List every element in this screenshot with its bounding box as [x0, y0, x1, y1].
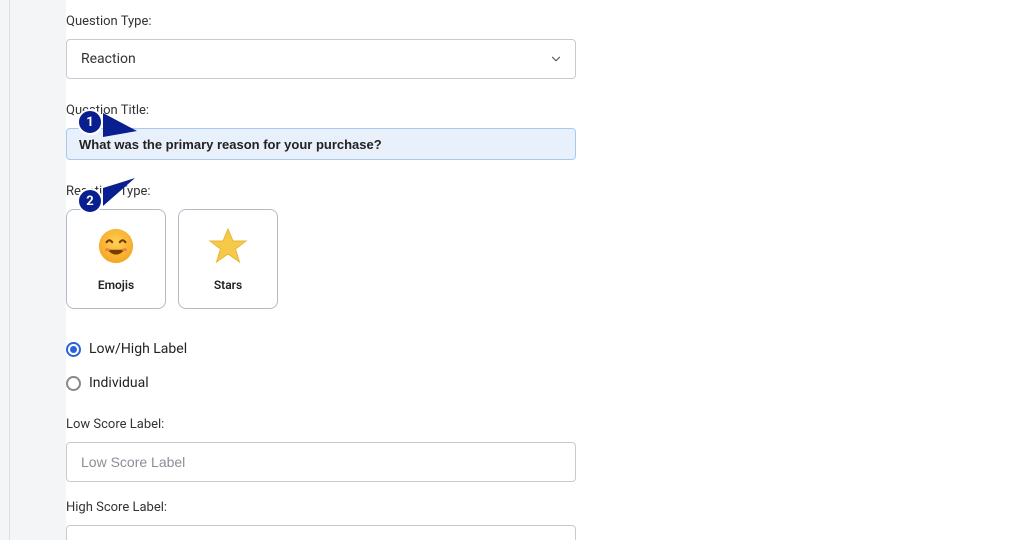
question-type-label: Question Type: [66, 14, 576, 29]
low-score-input[interactable] [66, 442, 576, 482]
radio-individual[interactable]: Individual [66, 375, 576, 391]
vertical-rule-outer [9, 0, 10, 540]
question-type-selected: Reaction [81, 51, 136, 67]
reaction-type-label: Reaction Type: [66, 184, 576, 199]
radio-icon-checked [66, 342, 81, 357]
annotation-arrow-2 [103, 178, 135, 206]
question-type-select[interactable]: Reaction [66, 39, 576, 79]
low-score-label: Low Score Label: [66, 417, 576, 432]
radio-icon-unchecked [66, 376, 81, 391]
annotation-arrow-1 [103, 113, 137, 143]
chevron-down-icon [549, 52, 563, 66]
radio-low-high-label[interactable]: Low/High Label [66, 341, 576, 357]
question-title-input[interactable] [66, 128, 576, 160]
reaction-option-label: Emojis [98, 278, 134, 292]
reaction-option-stars[interactable]: Stars [178, 209, 278, 309]
annotation-badge-2: 2 [77, 188, 103, 214]
high-score-label: High Score Label: [66, 500, 576, 515]
reaction-option-emojis[interactable]: Emojis [66, 209, 166, 309]
high-score-input[interactable] [66, 525, 576, 540]
annotation-badge-1: 1 [77, 109, 103, 135]
radio-label: Individual [89, 375, 149, 391]
question-title-label: Question Title: [66, 103, 576, 118]
radio-label: Low/High Label [89, 341, 187, 357]
reaction-option-label: Stars [214, 278, 242, 292]
star-icon [208, 226, 248, 266]
emoji-icon [96, 226, 136, 266]
